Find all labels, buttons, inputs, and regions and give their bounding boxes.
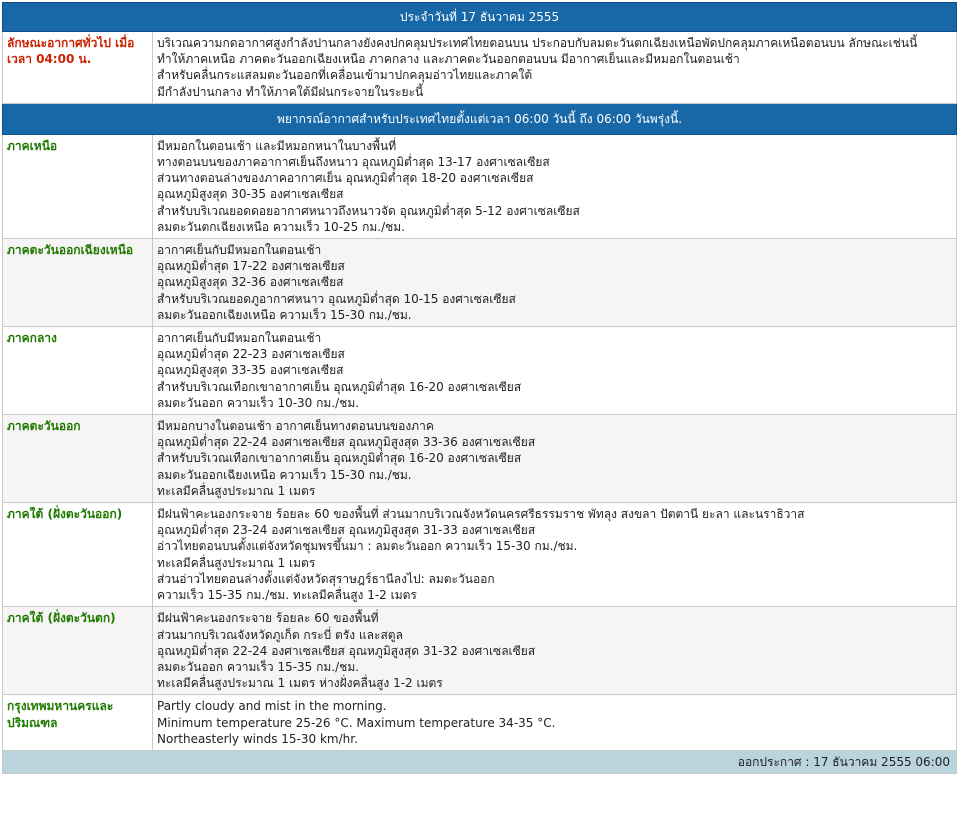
region-line: อากาศเย็นกับมีหมอกในตอนเช้า (157, 331, 322, 346)
region-line: มีหมอกบางในตอนเช้า อากาศเย็นทางตอนบนของภ… (157, 419, 434, 434)
region-line: มีฝนฟ้าคะนองกระจาย ร้อยละ 60 ของพื้นที่ (157, 611, 379, 626)
region-line: ส่วนทางตอนล่างของภาคอากาศเย็น อุณหภูมิต่… (157, 171, 534, 186)
region-line: อุณหภูมิสูงสุด 33-35 องศาเซลเซียส (157, 363, 344, 378)
region-label: ภาคใต้ (ฝั่งตะวันออก) (2, 502, 153, 608)
forecast-period-header: พยากรณ์อากาศสำหรับประเทศไทยตั้งแต่เวลา 0… (2, 102, 957, 135)
region-line: ทะเลมีคลื่นสูงประมาณ 1 เมตร (157, 483, 316, 498)
forecast-table: ประจำวันที่ 17 ธันวาคม 2555 ลักษณะอากาศท… (2, 2, 957, 774)
region-line: ส่วนมากบริเวณจังหวัดภูเก็ต กระบี่ ตรัง แ… (157, 627, 403, 642)
general-text: บริเวณความกดอากาศสูงกำลังปานกลางยังคงปกค… (152, 31, 957, 104)
region-line: มีฝนฟ้าคะนองกระจาย ร้อยละ 60 ของพื้นที่ … (157, 507, 805, 522)
general-line: สำหรับคลื่นกระแสลมตะวันออกที่เคลื่อนเข้า… (157, 68, 533, 83)
region-line: อากาศเย็นกับมีหมอกในตอนเช้า (157, 243, 322, 258)
region-label: กรุงเทพมหานครและปริมณฑล (2, 694, 153, 751)
region-line: ความเร็ว 15-35 กม./ชม. ทะเลมีคลื่นสูง 1-… (157, 588, 417, 603)
region-line: อุณหภูมิต่ำสุด 17-22 องศาเซลเซียส (157, 259, 345, 274)
issued-footer: ออกประกาศ : 17 ธันวาคม 2555 06:00 (2, 749, 957, 774)
general-row: ลักษณะอากาศทั่วไป เมื่อเวลา 04:00 น. บริ… (2, 31, 957, 104)
general-line: ทำให้ภาคเหนือ ภาคตะวันออกเฉียงเหนือ ภาคก… (157, 52, 740, 67)
general-label: ลักษณะอากาศทั่วไป เมื่อเวลา 04:00 น. (2, 31, 153, 104)
region-text: อากาศเย็นกับมีหมอกในตอนเช้า อุณหภูมิต่ำส… (152, 238, 957, 328)
region-text: มีหมอกบางในตอนเช้า อากาศเย็นทางตอนบนของภ… (152, 414, 957, 504)
general-line: มีกำลังปานกลาง ทำให้ภาคใต้มีฝนกระจายในระ… (157, 84, 424, 99)
region-line: สำหรับบริเวณเทือกเขาอากาศเย็น อุณหภูมิต่… (157, 451, 522, 466)
region-row: กรุงเทพมหานครและปริมณฑล Partly cloudy an… (2, 694, 957, 751)
forecast-page: ประจำวันที่ 17 ธันวาคม 2555 ลักษณะอากาศท… (2, 2, 957, 774)
region-text: Partly cloudy and mist in the morning. M… (152, 694, 957, 751)
region-line: ทะเลมีคลื่นสูงประมาณ 1 เมตร ห่างฝั่งคลื่… (157, 676, 443, 691)
region-line: Minimum temperature 25-26 °C. Maximum te… (157, 715, 556, 730)
region-label: ภาคกลาง (2, 326, 153, 416)
region-line: Partly cloudy and mist in the morning. (157, 699, 387, 714)
region-line: Northeasterly winds 15-30 km/hr. (157, 731, 358, 746)
region-line: ลมตะวันตกเฉียงเหนือ ความเร็ว 10-25 กม./ช… (157, 219, 406, 234)
region-line: สำหรับบริเวณยอดภูอากาศหนาว อุณหภูมิต่ำสุ… (157, 291, 516, 306)
region-line: อุณหภูมิต่ำสุด 22-24 องศาเซลเซียส อุณหภู… (157, 643, 536, 658)
region-text: อากาศเย็นกับมีหมอกในตอนเช้า อุณหภูมิต่ำส… (152, 326, 957, 416)
region-line: ทะเลมีคลื่นสูงประมาณ 1 เมตร (157, 555, 316, 570)
region-line: อุณหภูมิต่ำสุด 23-24 องศาเซลเซียส อุณหภู… (157, 523, 536, 538)
region-row: ภาคตะวันออกเฉียงเหนือ อากาศเย็นกับมีหมอก… (2, 238, 957, 328)
region-text: มีฝนฟ้าคะนองกระจาย ร้อยละ 60 ของพื้นที่ … (152, 502, 957, 608)
region-line: อ่าวไทยตอนบนตั้งแต่จังหวัดชุมพรขึ้นมา : … (157, 539, 578, 554)
region-row: ภาคตะวันออก มีหมอกบางในตอนเช้า อากาศเย็น… (2, 414, 957, 504)
region-line: อุณหภูมิสูงสุด 30-35 องศาเซลเซียส (157, 187, 344, 202)
region-text: มีหมอกในตอนเช้า และมีหมอกหนาในบางพื้นที่… (152, 133, 957, 240)
region-label: ภาคตะวันออก (2, 414, 153, 504)
date-header: ประจำวันที่ 17 ธันวาคม 2555 (2, 2, 957, 32)
region-label: ภาคตะวันออกเฉียงเหนือ (2, 238, 153, 328)
region-line: ลมตะวันออกเฉียงเหนือ ความเร็ว 15-30 กม./… (157, 467, 412, 482)
region-row: ภาคเหนือ มีหมอกในตอนเช้า และมีหมอกหนาในบ… (2, 133, 957, 240)
region-line: สำหรับบริเวณเทือกเขาอากาศเย็น อุณหภูมิต่… (157, 379, 522, 394)
region-line: อุณหภูมิต่ำสุด 22-24 องศาเซลเซียส อุณหภู… (157, 435, 536, 450)
region-line: ลมตะวันออก ความเร็ว 10-30 กม./ชม. (157, 395, 360, 410)
region-line: ลมตะวันออก ความเร็ว 15-35 กม./ชม. (157, 659, 360, 674)
region-line: ลมตะวันออกเฉียงเหนือ ความเร็ว 15-30 กม./… (157, 307, 412, 322)
region-text: มีฝนฟ้าคะนองกระจาย ร้อยละ 60 ของพื้นที่ … (152, 606, 957, 696)
region-label: ภาคเหนือ (2, 133, 153, 240)
region-row: ภาคใต้ (ฝั่งตะวันออก) มีฝนฟ้าคะนองกระจาย… (2, 502, 957, 608)
region-row: ภาคใต้ (ฝั่งตะวันตก) มีฝนฟ้าคะนองกระจาย … (2, 606, 957, 696)
region-line: อุณหภูมิสูงสุด 32-36 องศาเซลเซียส (157, 275, 344, 290)
region-line: อุณหภูมิต่ำสุด 22-23 องศาเซลเซียส (157, 347, 345, 362)
region-line: ทางตอนบนของภาคอากาศเย็นถึงหนาว อุณหภูมิต… (157, 155, 550, 170)
region-line: ส่วนอ่าวไทยตอนล่างตั้งแต่จังหวัดสุราษฎร์… (157, 571, 495, 586)
region-line: มีหมอกในตอนเช้า และมีหมอกหนาในบางพื้นที่ (157, 138, 397, 153)
region-line: สำหรับบริเวณยอดดอยอากาศหนาวถึงหนาวจัด อุ… (157, 203, 580, 218)
general-line: บริเวณความกดอากาศสูงกำลังปานกลางยังคงปกค… (157, 36, 918, 50)
region-label: ภาคใต้ (ฝั่งตะวันตก) (2, 606, 153, 696)
region-row: ภาคกลาง อากาศเย็นกับมีหมอกในตอนเช้า อุณห… (2, 326, 957, 416)
